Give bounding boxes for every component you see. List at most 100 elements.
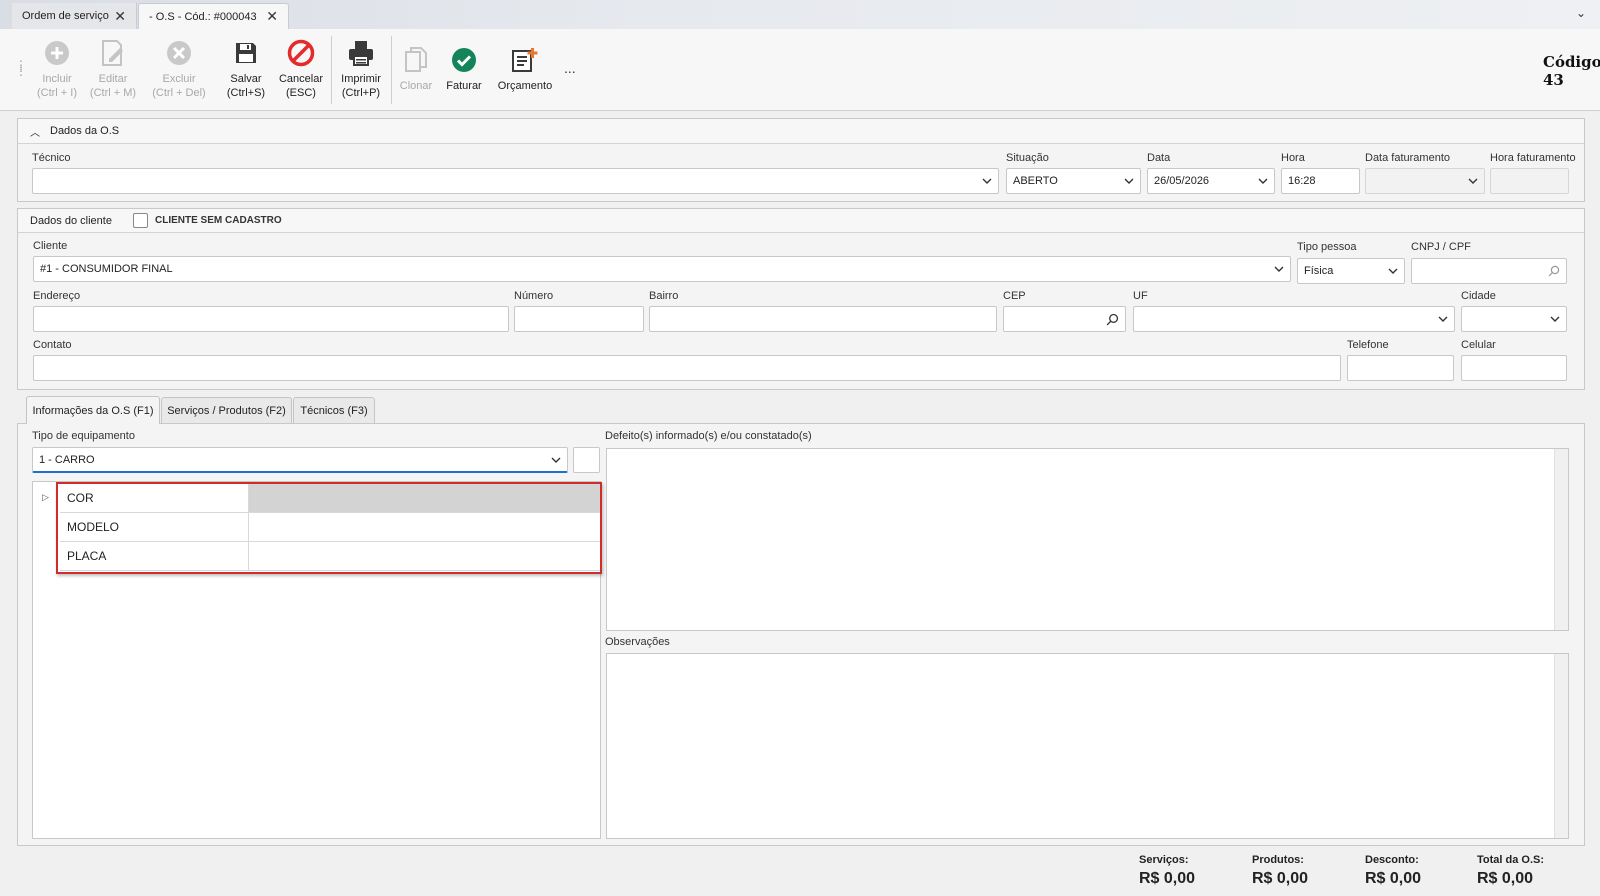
cliente-sem-cadastro-label: CLIENTE SEM CADASTRO (155, 215, 282, 226)
tab-informacoes-os[interactable]: Informações da O.S (F1) (26, 396, 160, 424)
chevron-down-icon (982, 178, 992, 184)
tecnico-select[interactable] (32, 168, 999, 194)
check-circle-icon (449, 45, 479, 75)
add-circle-icon (42, 38, 72, 68)
drag-handle-icon[interactable]: ⋮ ⋮ (15, 59, 27, 77)
chevron-down-icon (551, 457, 561, 463)
hora-faturamento-input[interactable] (1490, 168, 1569, 194)
chevron-down-icon (1258, 178, 1268, 184)
celular-input[interactable] (1461, 355, 1567, 381)
data-faturamento-picker[interactable] (1365, 168, 1485, 194)
contato-label: Contato (33, 339, 72, 351)
orcamento-button[interactable]: Orçamento (494, 38, 556, 93)
cnpj-cpf-input[interactable] (1411, 258, 1567, 284)
numero-input[interactable] (514, 306, 644, 332)
chevron-down-icon[interactable]: ⌄ (1576, 6, 1586, 20)
hora-label: Hora (1281, 152, 1305, 164)
telefone-input[interactable] (1347, 355, 1454, 381)
tab-tecnicos[interactable]: Técnicos (F3) (293, 397, 375, 423)
tab-label: Ordem de serviço (22, 10, 109, 22)
produtos-total-value: R$ 0,00 (1252, 870, 1309, 887)
more-options-button[interactable]: ... (564, 60, 576, 76)
cnpj-cpf-label: CNPJ / CPF (1411, 241, 1471, 253)
document-tab-bar: Ordem de serviço ✕ - O.S - Cód.: #000043… (0, 0, 1600, 29)
cliente-label: Cliente (33, 240, 68, 252)
celular-label: Celular (1461, 339, 1496, 351)
chevron-down-icon (1550, 316, 1560, 322)
bairro-label: Bairro (649, 290, 679, 302)
incluir-button[interactable]: Incluir (Ctrl + I) (32, 38, 82, 100)
hora-faturamento-label: Hora faturamento (1490, 152, 1576, 164)
close-icon[interactable]: ✕ (266, 8, 278, 25)
tipo-pessoa-select[interactable]: Física (1297, 258, 1405, 284)
edit-document-icon (98, 38, 128, 68)
chevron-up-icon[interactable]: ︿ (30, 124, 40, 139)
close-icon[interactable]: ✕ (114, 8, 126, 25)
tab-ordem-de-servico[interactable]: Ordem de serviço ✕ (12, 3, 137, 29)
tab-os-000043[interactable]: - O.S - Cód.: #000043 ✕ (138, 3, 289, 29)
faturar-button[interactable]: Faturar (441, 38, 487, 93)
telefone-label: Telefone (1347, 339, 1389, 351)
total-os-value: R$ 0,00 (1477, 870, 1534, 887)
salvar-button[interactable]: Salvar (Ctrl+S) (222, 38, 270, 100)
data-label: Data (1147, 152, 1171, 164)
clone-icon (401, 45, 431, 75)
excluir-button[interactable]: Excluir (Ctrl + Del) (148, 38, 210, 100)
chevron-down-icon (1274, 266, 1284, 272)
servicos-total-label: Serviços: (1139, 854, 1189, 866)
cidade-select[interactable] (1461, 306, 1567, 332)
bairro-input[interactable] (649, 306, 997, 332)
highlight-box (56, 482, 602, 574)
imprimir-button[interactable]: Imprimir (Ctrl+P) (335, 38, 387, 100)
tipo-equipamento-action-button[interactable] (573, 447, 600, 473)
endereco-label: Endereço (33, 290, 81, 302)
hora-input[interactable]: 16:28 (1281, 168, 1360, 194)
data-faturamento-label: Data faturamento (1365, 152, 1450, 164)
chevron-down-icon (1438, 316, 1448, 322)
tipo-equipamento-select[interactable]: 1 - CARRO (32, 447, 568, 473)
tipo-equipamento-label: Tipo de equipamento (32, 430, 135, 442)
search-icon[interactable] (1548, 265, 1560, 277)
uf-select[interactable] (1133, 306, 1455, 332)
cep-label: CEP (1003, 290, 1026, 302)
chevron-down-icon (1388, 268, 1398, 274)
save-icon (231, 38, 261, 68)
cliente-select[interactable]: #1 - CONSUMIDOR FINAL (33, 256, 1291, 282)
cep-input[interactable] (1003, 306, 1126, 332)
defeitos-textarea[interactable] (606, 448, 1569, 631)
codigo-label: Código (1543, 53, 1600, 71)
defeitos-label: Defeito(s) informado(s) e/ou constatado(… (605, 430, 812, 442)
total-os-label: Total da O.S: (1477, 854, 1545, 866)
cancelar-button[interactable]: Cancelar (ESC) (276, 38, 326, 100)
cidade-label: Cidade (1461, 290, 1496, 302)
clonar-button[interactable]: Clonar (396, 38, 436, 93)
observacoes-label: Observações (605, 636, 670, 648)
observacoes-textarea[interactable] (606, 653, 1569, 839)
data-date-picker[interactable]: 26/05/2026 (1147, 168, 1275, 194)
contato-input[interactable] (33, 355, 1341, 381)
numero-label: Número (514, 290, 554, 302)
tab-servicos-produtos[interactable]: Serviços / Produtos (F2) (161, 397, 292, 423)
situacao-label: Situação (1006, 152, 1049, 164)
uf-label: UF (1133, 290, 1148, 302)
delete-circle-icon (164, 38, 194, 68)
search-icon[interactable] (1106, 313, 1119, 326)
desconto-total-value: R$ 0,00 (1365, 870, 1422, 887)
desconto-total-label: Desconto: (1365, 854, 1419, 866)
cliente-sem-cadastro-checkbox[interactable] (133, 213, 148, 228)
dados-os-header[interactable]: ︿ Dados da O.S (18, 119, 1584, 144)
cancel-icon (286, 38, 316, 68)
editar-button[interactable]: Editar (Ctrl + M) (87, 38, 139, 100)
tecnico-label: Técnico (32, 152, 71, 164)
situacao-select[interactable]: ABERTO (1006, 168, 1141, 194)
endereco-input[interactable] (33, 306, 509, 332)
budget-add-icon (510, 45, 540, 75)
panel-title: Dados da O.S (50, 125, 120, 137)
scrollbar[interactable] (1554, 449, 1568, 630)
tab-label: - O.S - Cód.: #000043 (149, 10, 257, 23)
codigo-value: 43 (1543, 71, 1564, 89)
row-expand-icon[interactable]: ▷ (42, 492, 49, 503)
produtos-total-label: Produtos: (1252, 854, 1304, 866)
scrollbar[interactable] (1554, 654, 1568, 838)
codigo-display: Código 43 (1543, 53, 1600, 89)
